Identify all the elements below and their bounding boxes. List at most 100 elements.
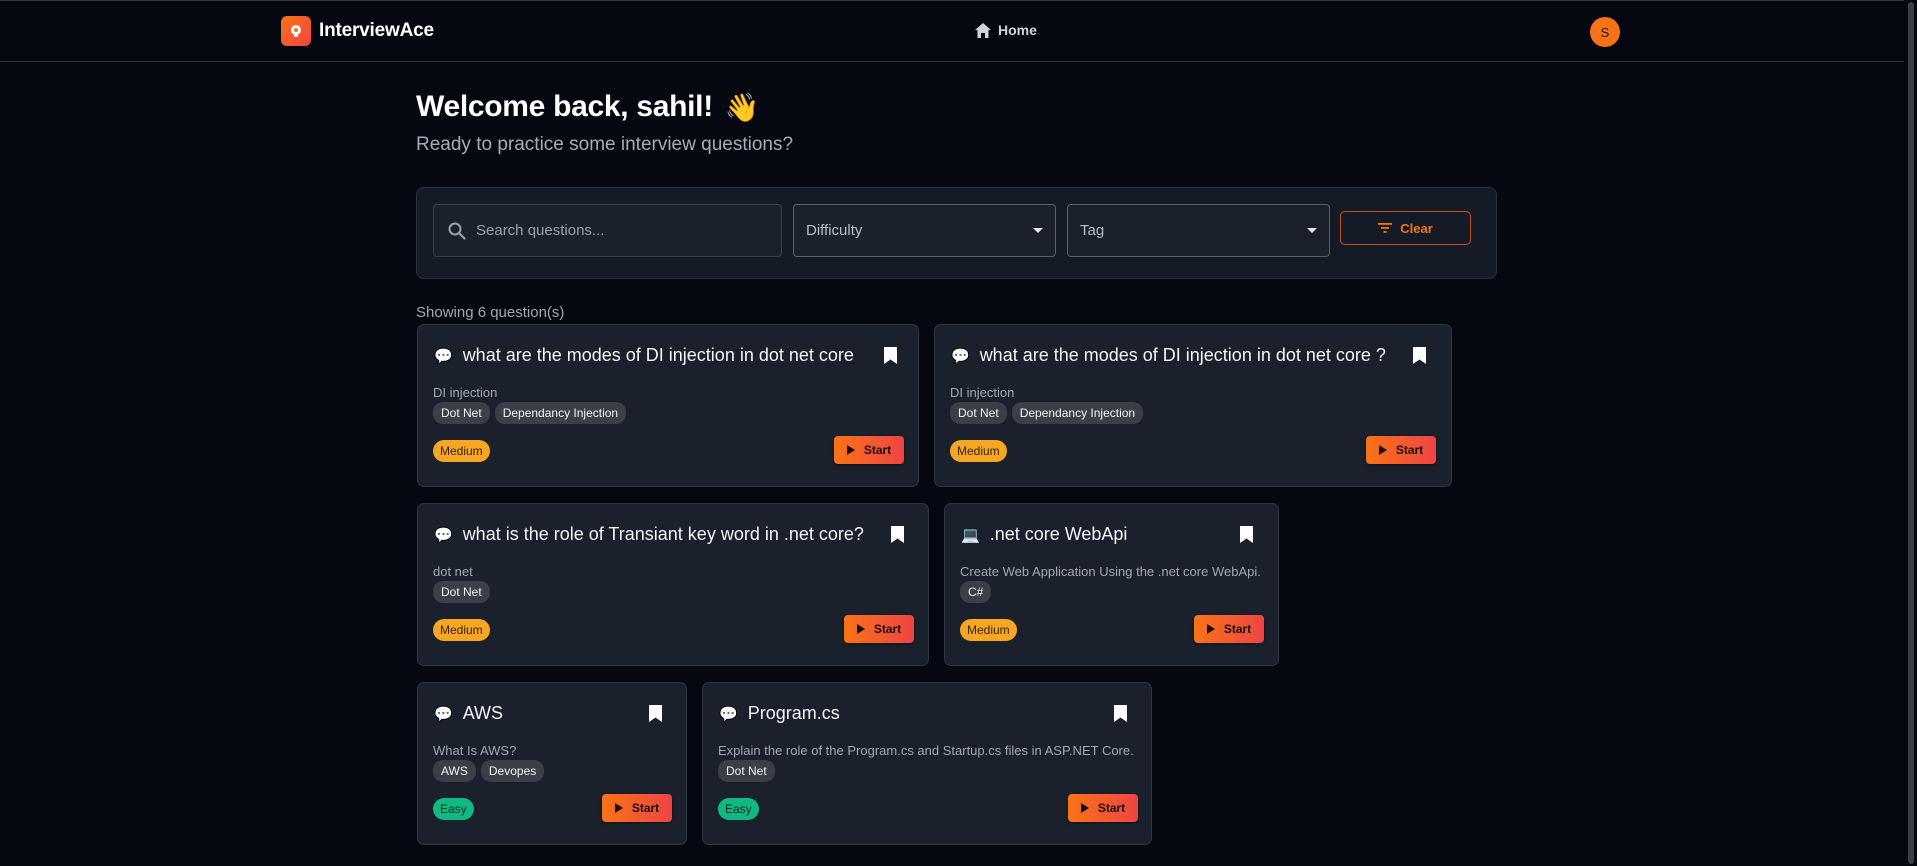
start-button[interactable]: Start (1366, 436, 1436, 464)
tag-list: Dot Net Dependancy Injection (950, 402, 1144, 424)
speech-bubble-icon: 💬 (434, 705, 453, 723)
question-description: DI injection (433, 385, 498, 400)
start-label: Start (873, 622, 902, 636)
bookmark-icon[interactable] (1114, 705, 1127, 722)
home-icon (975, 22, 991, 38)
bookmark-icon[interactable] (1240, 526, 1253, 543)
question-title: .net core WebApi (989, 524, 1128, 544)
welcome-title: Welcome back, sahil! (416, 90, 713, 123)
tag-list: Dot Net (718, 760, 775, 782)
filter-icon (1378, 223, 1393, 233)
clear-filters-button[interactable]: Clear (1340, 211, 1471, 245)
question-description: What Is AWS? (433, 743, 517, 758)
play-icon (1080, 803, 1089, 813)
speech-bubble-icon: 💬 (434, 347, 453, 365)
tag-list: Dot Net Dependancy Injection (433, 402, 627, 424)
tag-chip[interactable]: Dot Net (433, 402, 490, 424)
question-title: AWS (462, 703, 504, 723)
top-navbar: InterviewAce Home S (0, 0, 1917, 62)
start-label: Start (1097, 801, 1126, 815)
difficulty-badge: Medium (433, 619, 490, 641)
start-button[interactable]: Start (844, 615, 914, 643)
question-title: Program.cs (747, 703, 840, 723)
difficulty-badge: Easy (433, 798, 474, 820)
tag-chip[interactable]: AWS (433, 760, 476, 782)
nav-home-link[interactable]: Home (975, 22, 1037, 38)
tag-list: AWS Devopes (433, 760, 545, 782)
scrollbar-thumb[interactable] (1908, 2, 1914, 864)
question-card[interactable]: 💬 what is the role of Transiant key word… (417, 503, 929, 666)
difficulty-select[interactable]: Difficulty (793, 204, 1056, 257)
question-title-row: 💬 AWS (434, 703, 503, 724)
play-icon (614, 803, 623, 813)
user-avatar[interactable]: S (1590, 17, 1620, 47)
play-icon (856, 624, 865, 634)
question-card[interactable]: 💬 Program.cs Explain the role of the Pro… (702, 682, 1152, 845)
question-title-row: 💻 .net core WebApi (961, 524, 1127, 545)
question-description: DI injection (950, 385, 1015, 400)
question-title-row: 💬 what is the role of Transiant key word… (434, 524, 864, 545)
welcome-subtitle: Ready to practice some interview questio… (416, 134, 794, 155)
tag-list: Dot Net (433, 581, 490, 603)
speech-bubble-icon: 💬 (719, 705, 738, 723)
bookmark-icon[interactable] (1413, 347, 1426, 364)
results-count: Showing 6 question(s) (416, 304, 565, 321)
difficulty-select-label: Difficulty (806, 222, 863, 239)
start-label: Start (1395, 443, 1424, 457)
play-icon (1206, 624, 1215, 634)
question-title-row: 💬 what are the modes of DI injection in … (951, 345, 1386, 366)
laptop-icon: 💻 (961, 526, 980, 544)
tag-chip[interactable]: Dot Net (433, 581, 490, 603)
question-description: Create Web Application Using the .net co… (960, 564, 1261, 579)
start-button[interactable]: Start (834, 436, 904, 464)
welcome-heading: Welcome back, sahil! 👋 (416, 90, 793, 124)
question-card[interactable]: 💬 AWS What Is AWS? AWS Devopes Easy Start (417, 682, 687, 845)
brand[interactable]: InterviewAce (281, 16, 434, 46)
question-description: dot net (433, 564, 473, 579)
tag-select-label: Tag (1080, 222, 1105, 239)
tag-select[interactable]: Tag (1067, 204, 1330, 257)
search-input[interactable] (476, 222, 756, 239)
nav-home-label: Home (998, 22, 1037, 38)
wave-icon: 👋 (724, 91, 760, 123)
speech-bubble-icon: 💬 (951, 347, 970, 365)
question-title-row: 💬 Program.cs (719, 703, 840, 724)
question-card[interactable]: 💬 what are the modes of DI injection in … (934, 324, 1452, 487)
play-icon (1378, 445, 1387, 455)
play-icon (846, 445, 855, 455)
tag-list: C# (960, 581, 992, 603)
start-button[interactable]: Start (602, 794, 672, 822)
difficulty-badge: Medium (433, 440, 490, 462)
question-title-row: 💬 what are the modes of DI injection in … (434, 345, 854, 366)
question-card[interactable]: 💬 what are the modes of DI injection in … (417, 324, 919, 487)
start-button[interactable]: Start (1068, 794, 1138, 822)
bookmark-icon[interactable] (884, 347, 897, 364)
question-title: what are the modes of DI injection in do… (462, 345, 854, 365)
tag-chip[interactable]: C# (960, 581, 992, 603)
question-card[interactable]: 💻 .net core WebApi Create Web Applicatio… (944, 503, 1279, 666)
tag-chip[interactable]: Dot Net (718, 760, 775, 782)
speech-bubble-icon: 💬 (434, 526, 453, 544)
tag-chip[interactable]: Dependancy Injection (1011, 402, 1144, 424)
search-icon (448, 222, 466, 240)
start-label: Start (863, 443, 892, 457)
tag-chip[interactable]: Dependancy Injection (494, 402, 627, 424)
clear-label: Clear (1400, 220, 1433, 236)
question-description: Explain the role of the Program.cs and S… (718, 743, 1134, 758)
search-box[interactable] (433, 204, 782, 257)
bookmark-icon[interactable] (891, 526, 904, 543)
tag-chip[interactable]: Devopes (480, 760, 545, 782)
start-button[interactable]: Start (1194, 615, 1264, 643)
start-label: Start (1223, 622, 1252, 636)
welcome-section: Welcome back, sahil! 👋 Ready to practice… (416, 90, 793, 156)
question-title: what are the modes of DI injection in do… (979, 345, 1386, 365)
chevron-down-icon (1033, 228, 1043, 233)
chevron-down-icon (1307, 228, 1317, 233)
start-label: Start (631, 801, 660, 815)
difficulty-badge: Medium (950, 440, 1007, 462)
difficulty-badge: Easy (718, 798, 759, 820)
tag-chip[interactable]: Dot Net (950, 402, 1007, 424)
question-title: what is the role of Transiant key word i… (462, 524, 864, 544)
bookmark-icon[interactable] (649, 705, 662, 722)
app-name: InterviewAce (319, 20, 434, 41)
